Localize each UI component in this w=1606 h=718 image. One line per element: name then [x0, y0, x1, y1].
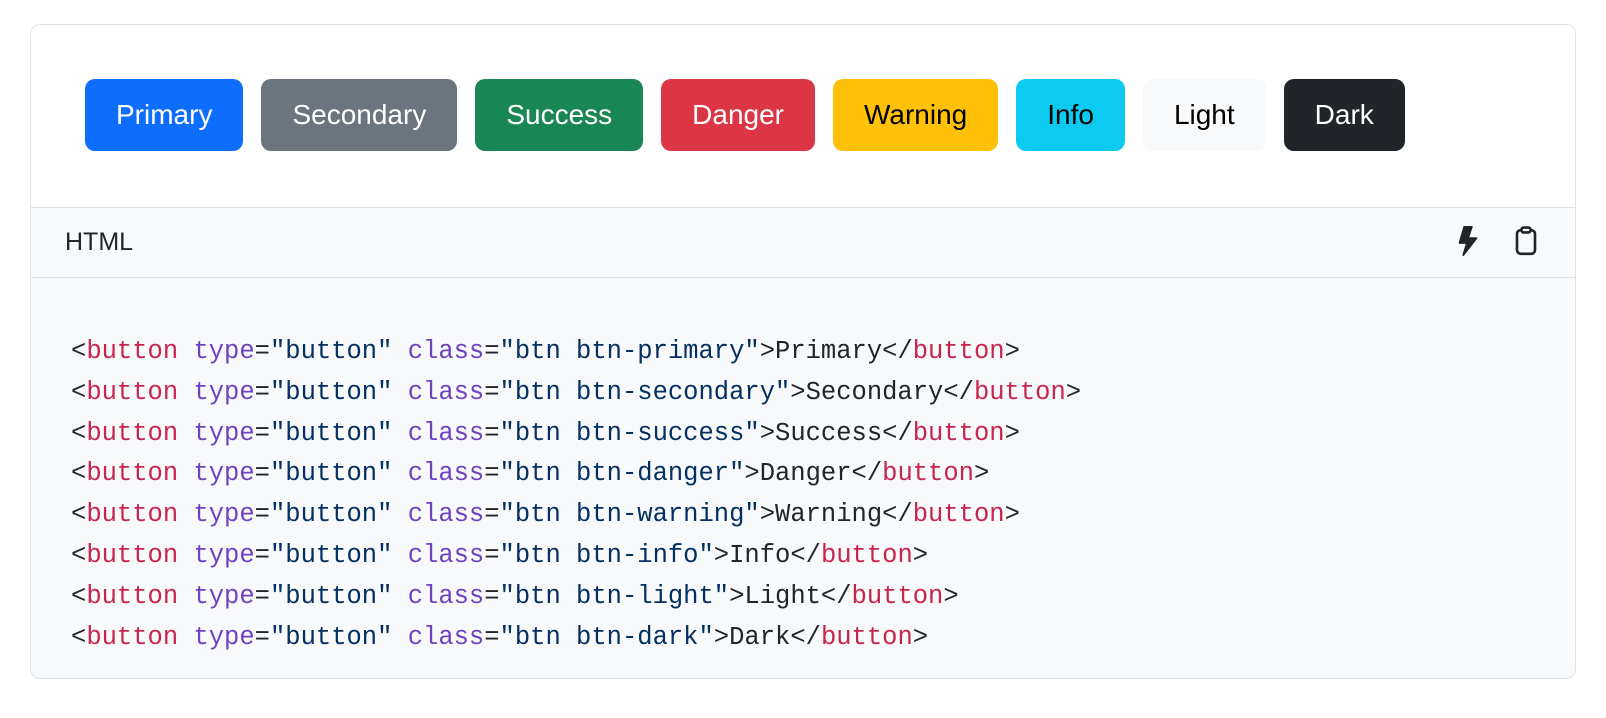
danger-button[interactable]: Danger: [661, 79, 815, 151]
success-button[interactable]: Success: [475, 79, 643, 151]
copy-button[interactable]: [1511, 226, 1541, 259]
dark-button[interactable]: Dark: [1284, 79, 1405, 151]
try-it-button[interactable]: [1453, 226, 1483, 259]
code-body: <button type="button" class="btn btn-pri…: [31, 278, 1575, 678]
code-line: <button type="button" class="btn btn-war…: [71, 495, 1535, 536]
code-line: <button type="button" class="btn btn-dan…: [71, 454, 1535, 495]
clipboard-icon: [1511, 226, 1541, 259]
code-line: <button type="button" class="btn btn-inf…: [71, 536, 1535, 577]
toolbar-actions: [1453, 226, 1541, 259]
warning-button[interactable]: Warning: [833, 79, 998, 151]
code-line: <button type="button" class="btn btn-sec…: [71, 373, 1535, 414]
code-toolbar: HTML: [31, 207, 1575, 278]
code-line: <button type="button" class="btn btn-pri…: [71, 332, 1535, 373]
secondary-button[interactable]: Secondary: [261, 79, 457, 151]
example-card: Primary Secondary Success Danger Warning…: [30, 24, 1576, 679]
language-label: HTML: [65, 228, 133, 257]
primary-button[interactable]: Primary: [85, 79, 243, 151]
code-line: <button type="button" class="btn btn-lig…: [71, 577, 1535, 618]
info-button[interactable]: Info: [1016, 79, 1125, 151]
light-button[interactable]: Light: [1143, 79, 1266, 151]
lightning-icon: [1453, 226, 1483, 259]
code-line: <button type="button" class="btn btn-suc…: [71, 414, 1535, 455]
button-preview: Primary Secondary Success Danger Warning…: [31, 25, 1575, 207]
code-line: <button type="button" class="btn btn-dar…: [71, 618, 1535, 659]
